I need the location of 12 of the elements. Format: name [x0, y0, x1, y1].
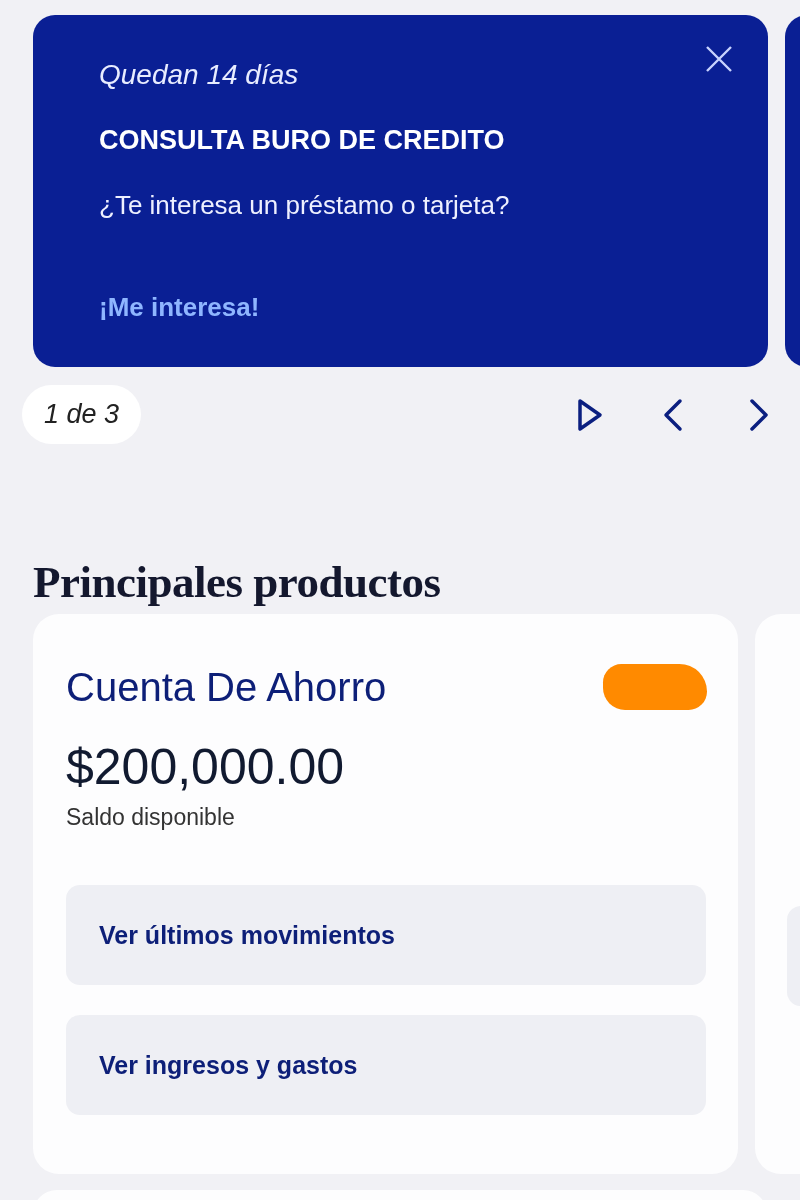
card-action-button[interactable]: Ver últimos movimientos: [66, 885, 706, 985]
banner-title: CONSULTA BURO DE CREDITO: [99, 125, 506, 156]
close-button[interactable]: [705, 45, 733, 73]
balance-amount: $200,000.00: [66, 738, 346, 796]
card-action-button[interactable]: Ver ingresos y gastos: [66, 1015, 706, 1115]
countdown-text: Quedan 14 días: [99, 59, 300, 91]
page-counter: 1 de 3: [22, 385, 142, 444]
balance-label: Saldo disponible: [66, 804, 236, 831]
banner-message: ¿Te interesa un préstamo o tarjeta?: [99, 190, 511, 221]
section-heading: Principales productos: [33, 556, 442, 608]
account-name: Cuenta De Ahorro: [66, 664, 387, 710]
interest-link[interactable]: ¡Me interesa!: [99, 292, 702, 323]
